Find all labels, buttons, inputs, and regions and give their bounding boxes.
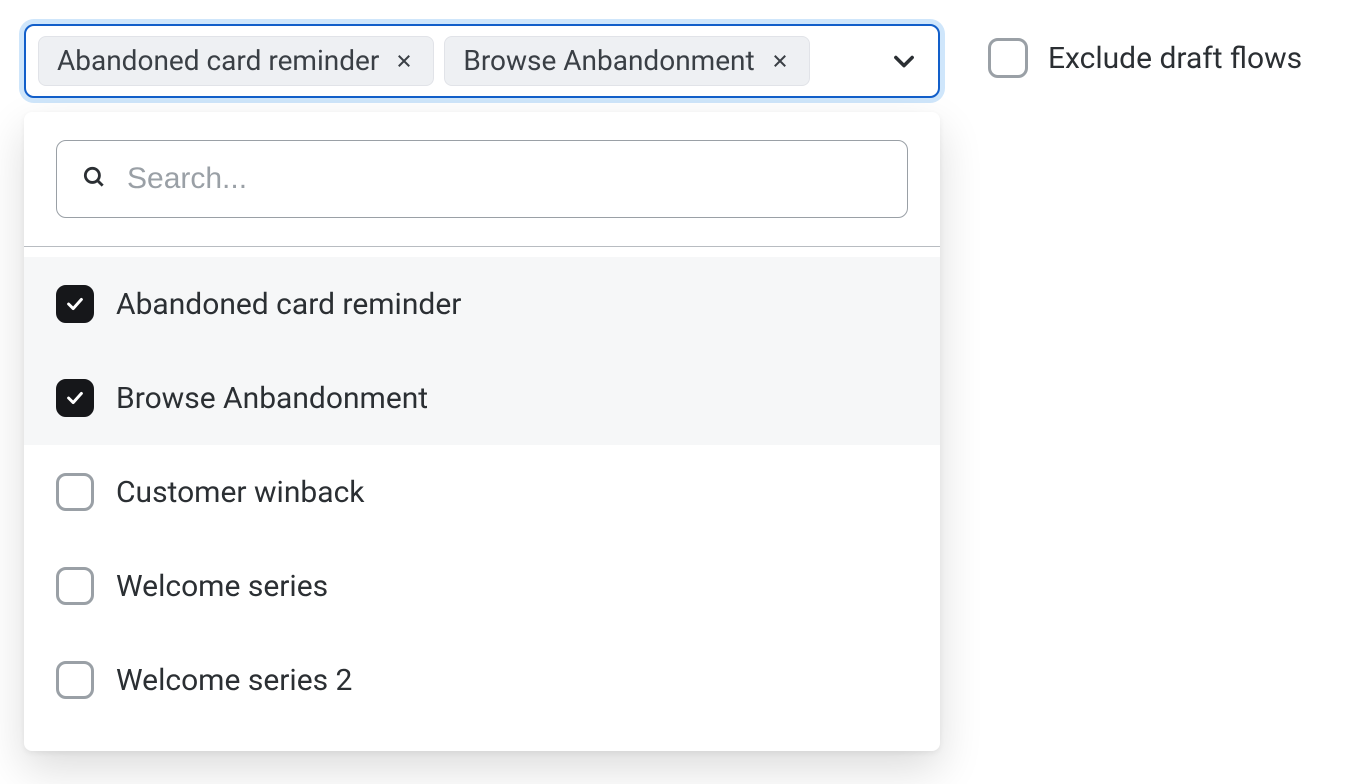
search-field[interactable] xyxy=(56,140,908,218)
chip-label: Abandoned card reminder xyxy=(57,47,379,75)
search-icon xyxy=(81,164,107,194)
options-list: Abandoned card reminder Browse Anbandonm… xyxy=(24,247,940,751)
search-wrap xyxy=(24,112,940,246)
flow-multiselect: Abandoned card reminder Browse Anbandonm… xyxy=(24,24,940,751)
chip-label: Browse Anbandonment xyxy=(463,47,754,75)
close-icon[interactable] xyxy=(769,50,791,72)
checkbox-icon[interactable] xyxy=(56,379,94,417)
list-item[interactable]: Customer winback xyxy=(24,445,940,539)
close-icon[interactable] xyxy=(393,50,415,72)
list-item[interactable]: Abandoned card reminder xyxy=(24,257,940,351)
checkbox-icon[interactable] xyxy=(56,285,94,323)
option-label: Welcome series 2 xyxy=(116,663,352,698)
checkbox-icon[interactable] xyxy=(56,661,94,699)
checkbox-icon[interactable] xyxy=(988,38,1028,78)
selected-chip[interactable]: Abandoned card reminder xyxy=(38,36,434,86)
checkbox-icon[interactable] xyxy=(56,567,94,605)
search-input[interactable] xyxy=(125,161,883,197)
option-label: Welcome series xyxy=(116,569,328,604)
exclude-label: Exclude draft flows xyxy=(1048,41,1302,76)
flow-dropdown: Abandoned card reminder Browse Anbandonm… xyxy=(24,112,940,751)
list-item[interactable]: Welcome series 2 xyxy=(24,633,940,727)
option-label: Abandoned card reminder xyxy=(116,287,461,322)
option-label: Customer winback xyxy=(116,475,364,510)
option-label: Browse Anbandonment xyxy=(116,381,428,416)
chevron-down-icon[interactable] xyxy=(882,39,926,83)
flow-combobox[interactable]: Abandoned card reminder Browse Anbandonm… xyxy=(24,24,940,98)
list-item[interactable]: Browse Anbandonment xyxy=(24,351,940,445)
checkbox-icon[interactable] xyxy=(56,473,94,511)
selected-chip[interactable]: Browse Anbandonment xyxy=(444,36,809,86)
divider xyxy=(24,246,940,247)
list-item[interactable]: Welcome series xyxy=(24,539,940,633)
exclude-draft-flows[interactable]: Exclude draft flows xyxy=(988,24,1302,78)
